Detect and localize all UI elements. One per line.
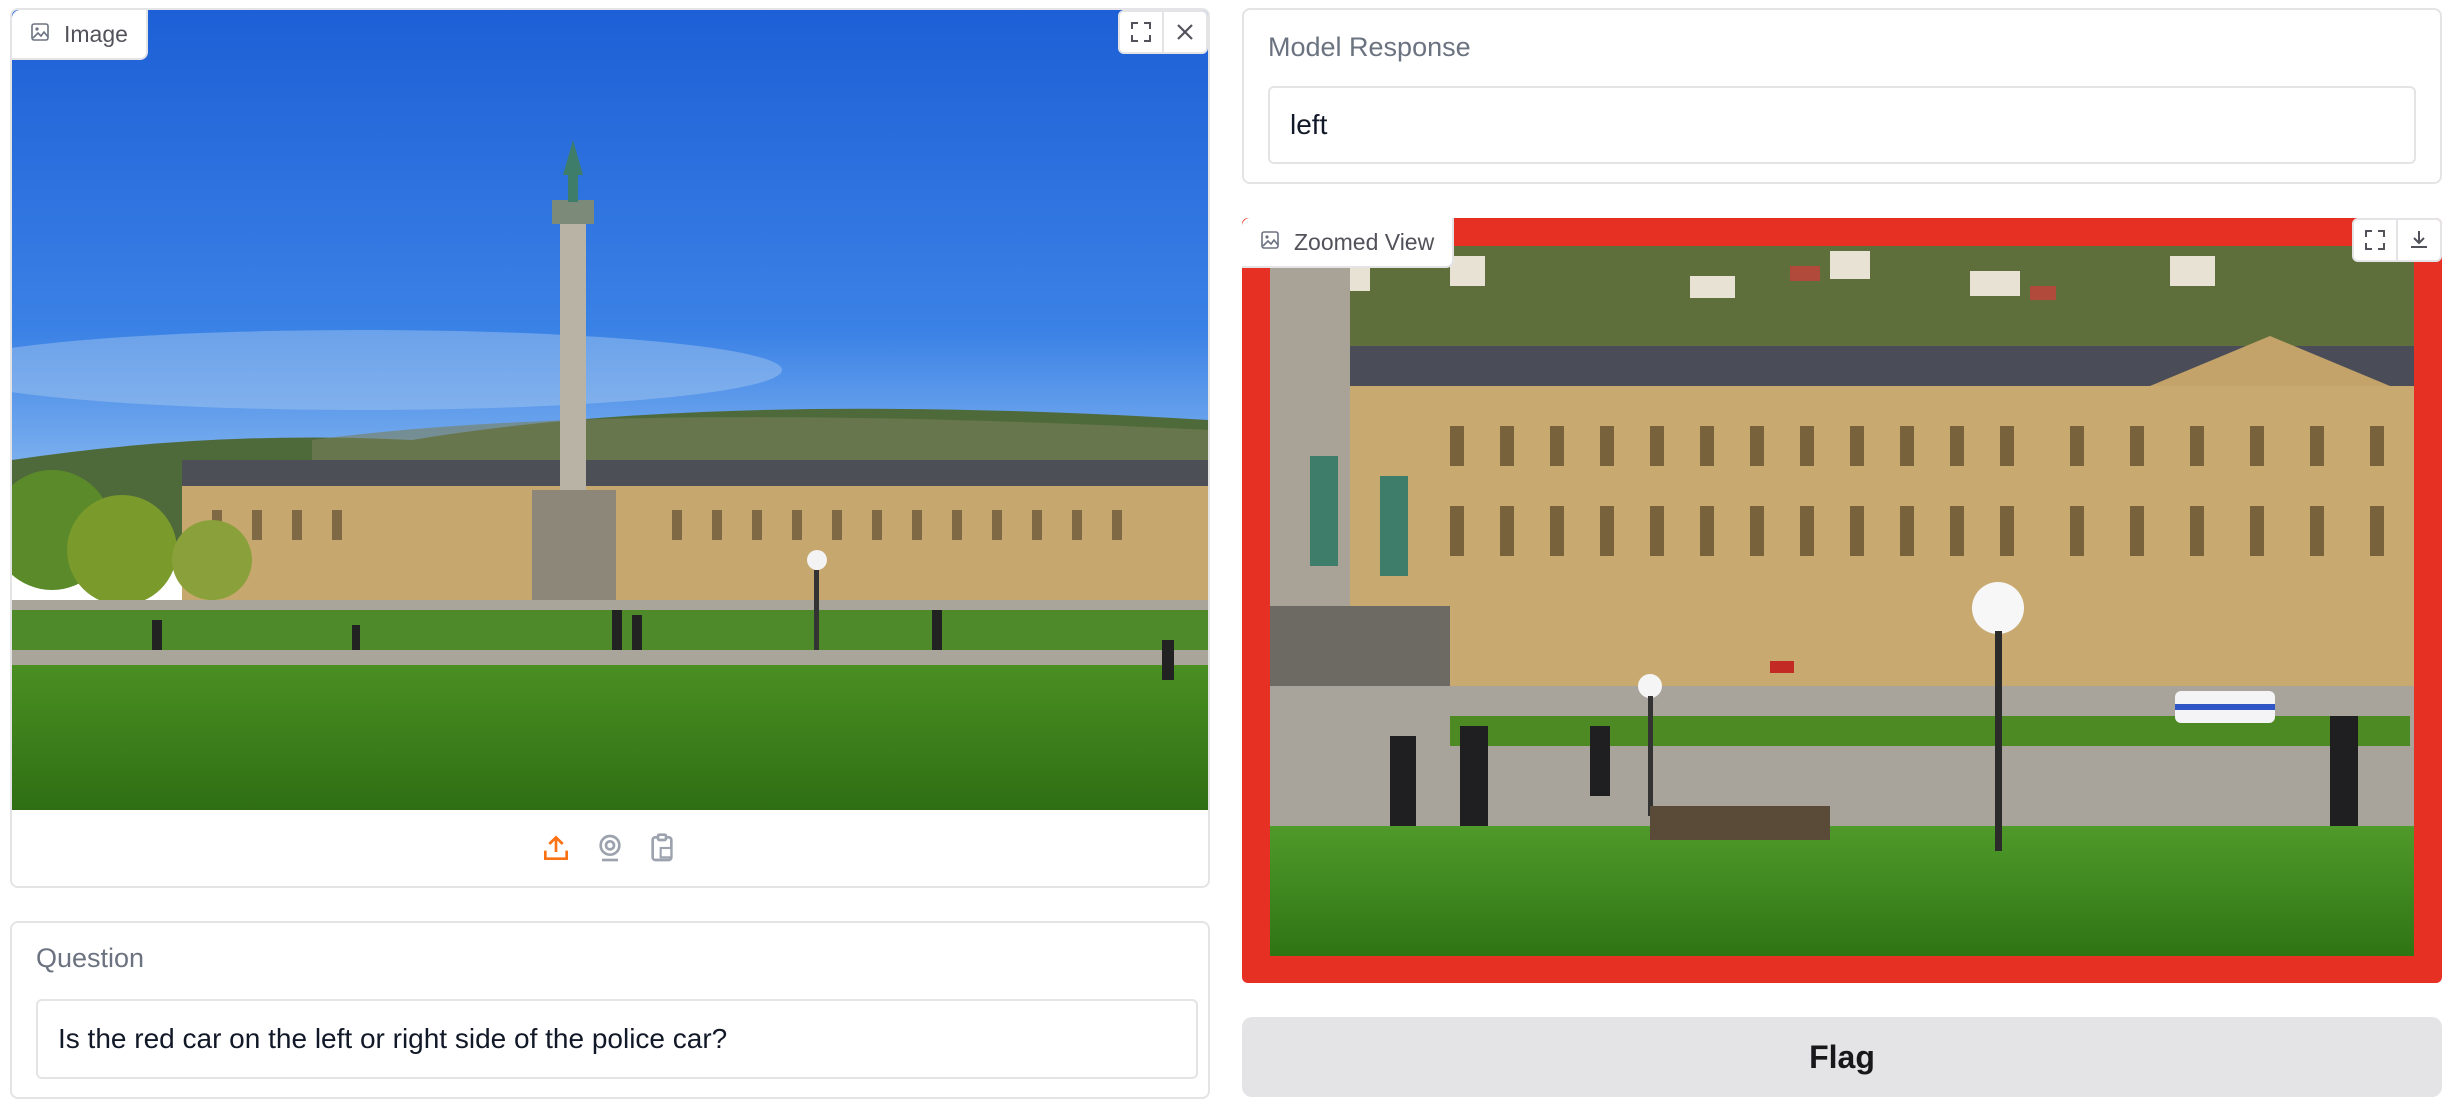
question-label: Question [36,943,145,973]
zoom-label-text: Zoomed View [1294,228,1435,255]
close-icon[interactable] [1162,12,1206,52]
zoomed-image [1270,246,2414,956]
fullscreen-icon[interactable] [1120,12,1162,52]
upload-icon[interactable] [540,832,572,869]
question-input[interactable]: Is the red car on the left or right side… [36,999,1198,1079]
zoom-panel: Zoomed View [1242,218,2442,983]
response-label: Model Response [1268,32,1471,62]
image-label-text: Image [64,20,128,47]
zoom-panel-label: Zoomed View [1242,218,1455,268]
image-panel: Image [10,8,1210,888]
image-toolbar [1118,10,1208,54]
zoom-toolbar [2352,218,2442,262]
uploaded-image [12,10,1208,810]
image-icon [1260,229,1280,256]
flag-button[interactable]: Flag [1242,1017,2442,1097]
fullscreen-icon[interactable] [2354,220,2396,260]
image-panel-label: Image [12,10,148,60]
download-icon[interactable] [2396,220,2440,260]
image-icon [30,21,50,48]
response-panel: Model Response left [1242,8,2442,184]
question-panel: Question Is the red car on the left or r… [10,921,1210,1099]
clipboard-icon[interactable] [646,832,678,869]
webcam-icon[interactable] [594,832,626,869]
response-output[interactable]: left [1268,86,2416,164]
